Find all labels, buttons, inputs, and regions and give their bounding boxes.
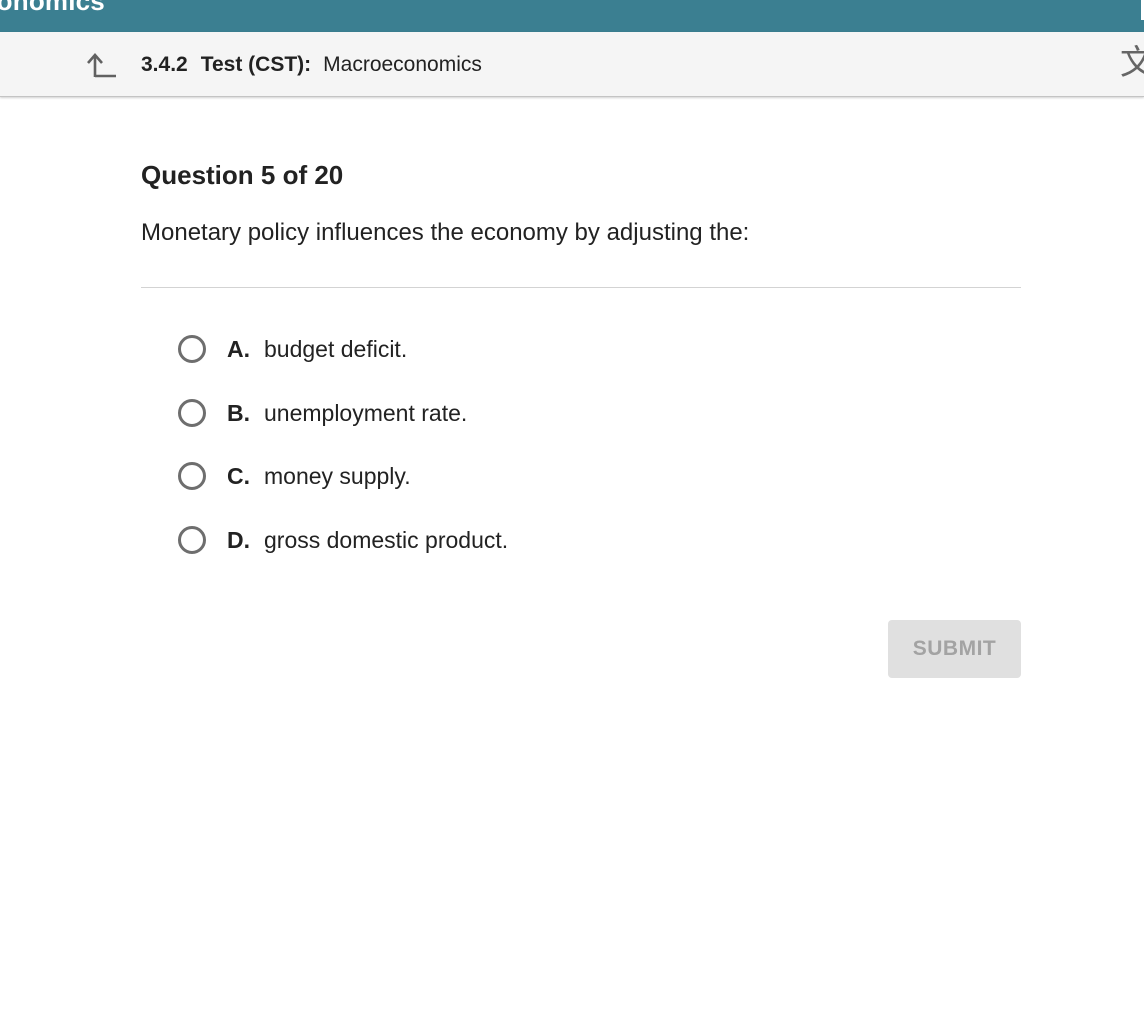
submit-button[interactable]: SUBMIT <box>888 620 1021 678</box>
course-banner-title: conomics <box>0 0 105 16</box>
answer-choice-c[interactable]: C. money supply. <box>178 456 411 496</box>
course-name: Macroeconomics <box>323 53 482 76</box>
activity-header: 3.4.2 Test (CST): Macroeconomics 文 <box>0 32 1144 97</box>
radio-button[interactable] <box>178 462 206 490</box>
question-number: Question 5 of 20 <box>141 160 344 190</box>
test-code: 3.4.2 <box>141 53 188 76</box>
answer-choice-b[interactable]: B. unemployment rate. <box>178 393 467 433</box>
radio-button[interactable] <box>178 526 206 554</box>
top-banner: conomics <box>0 0 1144 32</box>
choice-text: budget deficit. <box>264 335 408 362</box>
choice-text: gross domestic product. <box>264 526 509 553</box>
test-type: Test (CST): <box>200 53 312 76</box>
answer-choice-a[interactable]: A. budget deficit. <box>178 329 407 369</box>
back-up-arrow-icon[interactable] <box>86 51 118 79</box>
choice-text: money supply. <box>264 462 411 489</box>
radio-button[interactable] <box>178 399 206 427</box>
divider <box>141 287 1021 288</box>
choice-letter: D. <box>227 526 250 553</box>
translate-icon[interactable]: 文 <box>1120 46 1144 80</box>
question-prompt: Monetary policy influences the economy b… <box>141 219 750 246</box>
breadcrumb: 3.4.2 Test (CST): Macroeconomics <box>141 53 482 77</box>
choice-letter: B. <box>227 399 250 426</box>
choice-letter: C. <box>227 462 250 489</box>
answer-choice-d[interactable]: D. gross domestic product. <box>178 520 508 560</box>
choice-text: unemployment rate. <box>264 399 468 426</box>
choice-letter: A. <box>227 335 250 362</box>
radio-button[interactable] <box>178 335 206 363</box>
